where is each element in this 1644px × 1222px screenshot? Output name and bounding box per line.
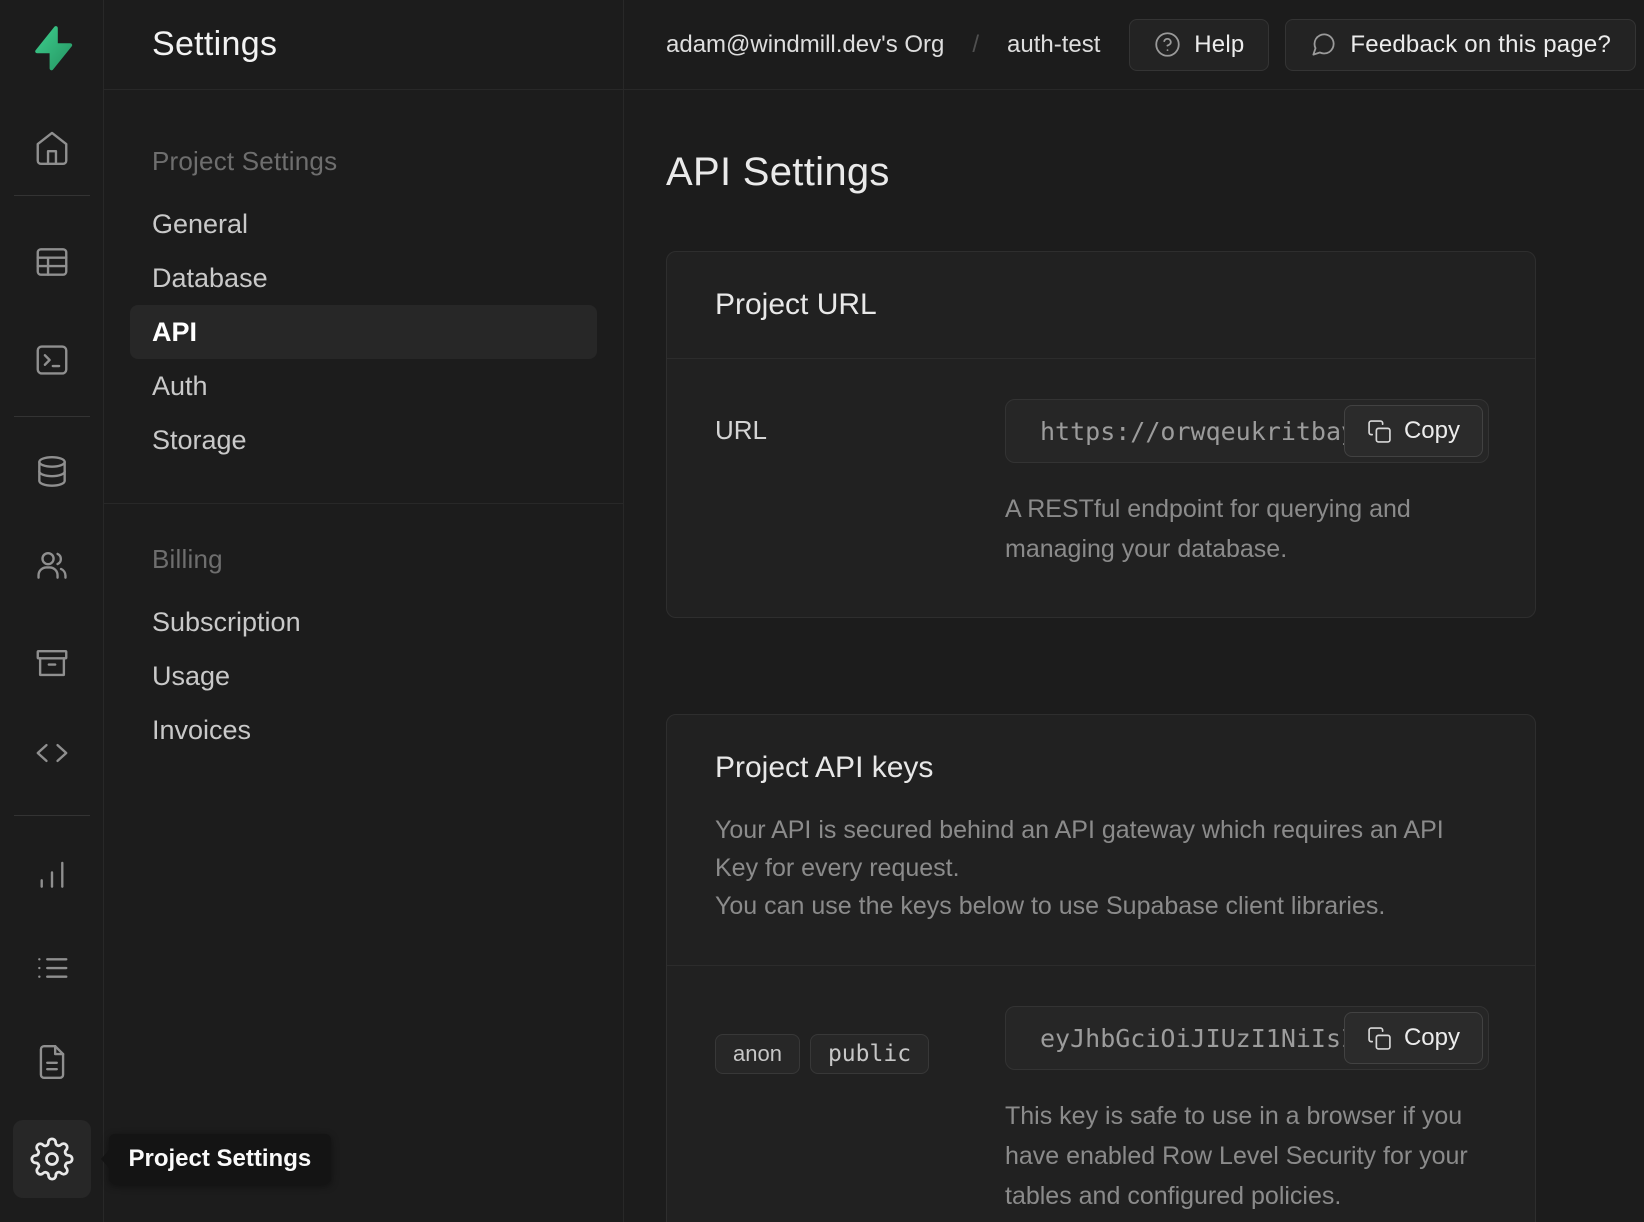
- rail-divider: [14, 815, 90, 816]
- main-panel: adam@windmill.dev's Org / auth-test Help…: [624, 0, 1644, 1222]
- page-title: API Settings: [666, 150, 1644, 195]
- api-keys-description-line2: You can use the keys below to use Supaba…: [715, 887, 1487, 925]
- database-icon[interactable]: [32, 453, 72, 493]
- storage-archive-icon[interactable]: [32, 643, 72, 683]
- api-settings-content: API Settings Project URL URL https://orw…: [624, 90, 1644, 1222]
- speech-bubble-icon: [1310, 31, 1337, 58]
- topbar-actions: Help Feedback on this page?: [1129, 19, 1636, 71]
- sidebar-item-api[interactable]: API: [130, 305, 597, 359]
- feedback-button[interactable]: Feedback on this page?: [1285, 19, 1636, 71]
- feedback-button-label: Feedback on this page?: [1350, 31, 1611, 59]
- copy-anon-key-button[interactable]: Copy: [1344, 1012, 1483, 1064]
- topbar: adam@windmill.dev's Org / auth-test Help…: [624, 0, 1644, 90]
- anon-badge: anon: [715, 1034, 800, 1074]
- sidebar-item-invoices[interactable]: Invoices: [152, 703, 569, 757]
- section-label-project-settings: Project Settings: [152, 146, 569, 177]
- copy-url-button[interactable]: Copy: [1344, 405, 1483, 457]
- project-url-card-body: URL https://orwqeukritbayp Copy A REST: [667, 359, 1535, 617]
- home-icon[interactable]: [32, 128, 72, 168]
- breadcrumb-org[interactable]: adam@windmill.dev's Org: [666, 31, 944, 59]
- project-url-description: A RESTful endpoint for querying and mana…: [1005, 489, 1489, 569]
- sidebar-item-general[interactable]: General: [152, 197, 569, 251]
- public-badge: public: [810, 1034, 929, 1074]
- api-code-icon[interactable]: [32, 733, 72, 773]
- project-settings-tooltip: Project Settings: [109, 1134, 332, 1184]
- anon-key-row: anon public eyJhbGciOiJIUzI1NiIsIn Copy: [667, 966, 1535, 1222]
- supabase-logo-icon[interactable]: [28, 24, 76, 72]
- breadcrumb-project[interactable]: auth-test: [1007, 31, 1100, 59]
- api-keys-card-description: Your API is secured behind an API gatewa…: [715, 811, 1487, 925]
- sidebar-item-storage[interactable]: Storage: [152, 413, 569, 467]
- anon-key-input[interactable]: eyJhbGciOiJIUzI1NiIsIn Copy: [1005, 1006, 1489, 1070]
- sidebar-item-database[interactable]: Database: [152, 251, 569, 305]
- table-editor-icon[interactable]: [32, 242, 72, 282]
- settings-gear-icon: [30, 1137, 74, 1181]
- help-circle-icon: [1154, 31, 1181, 58]
- settings-gear-button[interactable]: Project Settings: [13, 1120, 91, 1198]
- icon-rail: Project Settings: [0, 0, 104, 1222]
- breadcrumb-separator: /: [972, 31, 979, 59]
- anon-key-badges-col: anon public: [715, 1006, 1005, 1216]
- project-url-card-title: Project URL: [715, 288, 1487, 322]
- rail-divider: [14, 416, 90, 417]
- help-button[interactable]: Help: [1129, 19, 1269, 71]
- section-label-billing: Billing: [152, 544, 569, 575]
- project-settings-list: General Database API Auth Storage: [152, 197, 569, 467]
- url-field-col: https://orwqeukritbayp Copy A RESTful en…: [1005, 399, 1489, 569]
- project-url-input[interactable]: https://orwqeukritbayp Copy: [1005, 399, 1489, 463]
- settings-sidebar: Settings Project Settings General Databa…: [104, 0, 624, 1222]
- app-window: Project Settings Settings Project Settin…: [0, 0, 1644, 1222]
- sidebar-header: Settings: [104, 0, 623, 90]
- api-keys-description-line1: Your API is secured behind an API gatewa…: [715, 811, 1487, 887]
- key-badges: anon public: [715, 1022, 1005, 1074]
- anon-key-field-col: eyJhbGciOiJIUzI1NiIsIn Copy This key is …: [1005, 1006, 1489, 1216]
- copy-anon-key-label: Copy: [1404, 1024, 1460, 1052]
- copy-url-label: Copy: [1404, 417, 1460, 445]
- sidebar-item-usage[interactable]: Usage: [152, 649, 569, 703]
- sidebar-item-auth[interactable]: Auth: [152, 359, 569, 413]
- copy-icon: [1367, 1026, 1392, 1051]
- api-keys-card-title: Project API keys: [715, 751, 1487, 785]
- docs-file-icon[interactable]: [32, 1042, 72, 1082]
- copy-icon: [1367, 419, 1392, 444]
- anon-key-value: eyJhbGciOiJIUzI1NiIsIn: [1040, 1024, 1371, 1053]
- anon-key-description: This key is safe to use in a browser if …: [1005, 1096, 1489, 1216]
- project-url-value: https://orwqeukritbayp: [1040, 417, 1371, 446]
- sidebar-title: Settings: [152, 25, 277, 64]
- project-api-keys-card: Project API keys Your API is secured beh…: [666, 714, 1536, 1222]
- project-url-card-header: Project URL: [667, 252, 1535, 358]
- project-url-card: Project URL URL https://orwqeukritbayp C…: [666, 251, 1536, 618]
- url-field-label: URL: [715, 399, 1005, 569]
- rail-divider: [14, 195, 90, 196]
- sql-terminal-icon[interactable]: [32, 340, 72, 380]
- help-button-label: Help: [1194, 31, 1244, 59]
- billing-list: Subscription Usage Invoices: [152, 595, 569, 757]
- sidebar-divider: [104, 503, 623, 504]
- sidebar-item-subscription[interactable]: Subscription: [152, 595, 569, 649]
- reports-chart-icon[interactable]: [32, 854, 72, 894]
- sidebar-nav: Project Settings General Database API Au…: [104, 90, 623, 757]
- logs-list-icon[interactable]: [32, 948, 72, 988]
- auth-users-icon[interactable]: [32, 545, 72, 585]
- api-keys-card-header: Project API keys Your API is secured beh…: [667, 715, 1535, 965]
